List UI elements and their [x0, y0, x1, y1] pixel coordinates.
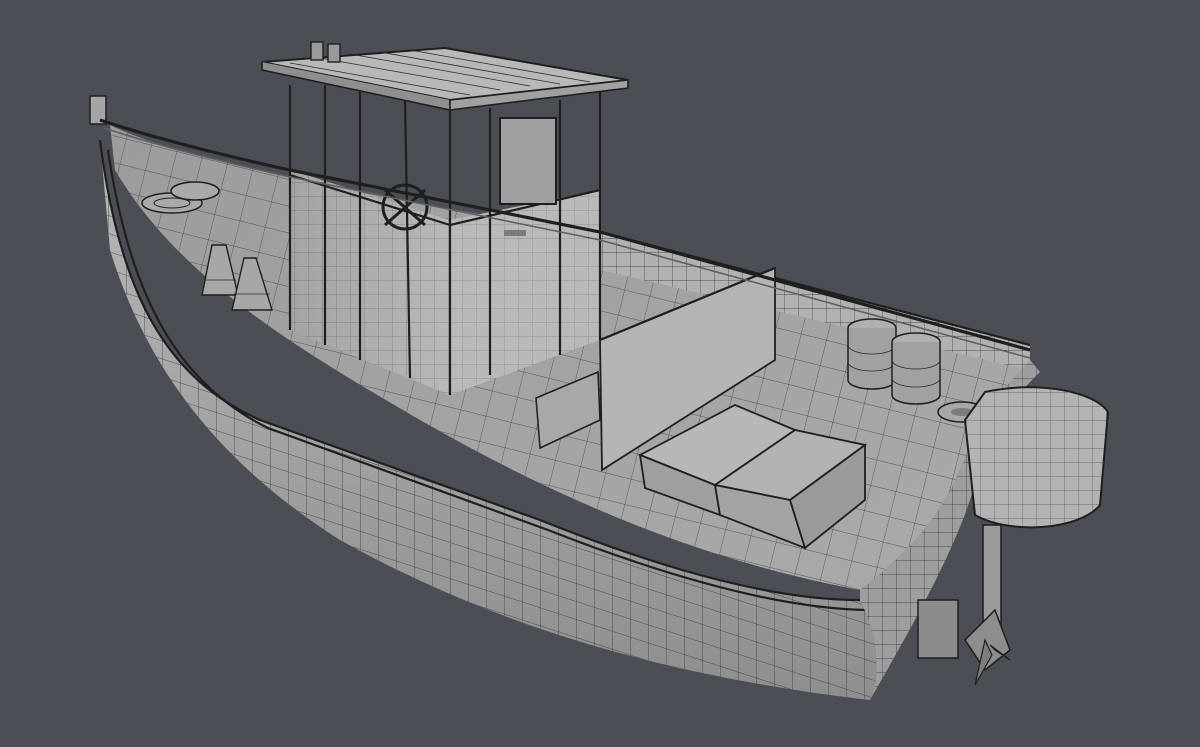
rudder	[917, 599, 959, 659]
boat-model	[89, 41, 1110, 700]
render-viewport	[0, 0, 1200, 747]
outboard-motor	[963, 386, 1110, 686]
